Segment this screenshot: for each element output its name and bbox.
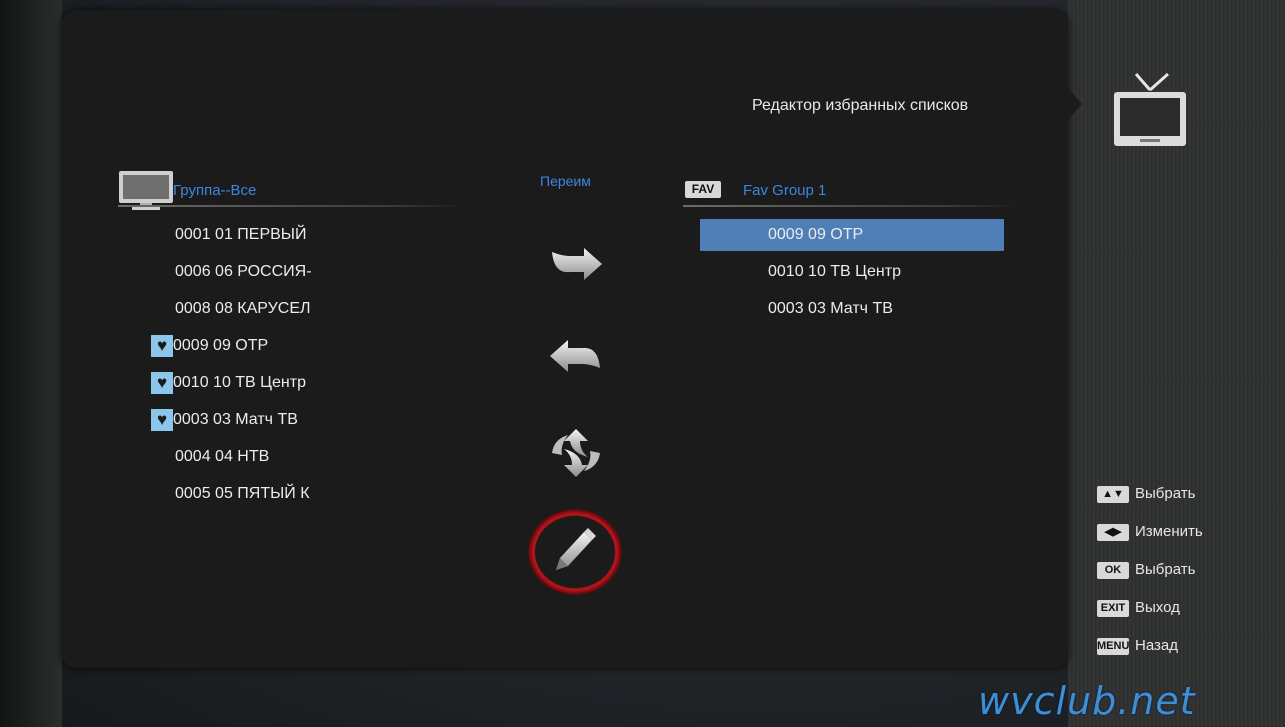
- key-hint-label: Выбрать: [1135, 561, 1196, 578]
- fav-group-title[interactable]: Fav Group 1: [743, 182, 826, 199]
- page-title: Редактор избранных списков: [752, 97, 969, 114]
- channel-row[interactable]: 0004 04 НТВ: [175, 442, 269, 472]
- arrow-right-icon[interactable]: [548, 238, 604, 282]
- remote-key-icon: OK: [1097, 561, 1129, 579]
- channel-row[interactable]: 0006 06 РОССИЯ-: [175, 257, 312, 287]
- key-hint: OK Выбрать: [1097, 559, 1195, 581]
- fav-row-label: 0003 03 Матч ТВ: [768, 300, 893, 317]
- favorite-heart-icon: ♥: [151, 335, 173, 357]
- channel-row[interactable]: 0001 01 ПЕРВЫЙ: [175, 220, 306, 250]
- favorite-heart-icon: ♥: [151, 372, 173, 394]
- left-edge: [0, 0, 62, 727]
- fav-row-label: 0009 09 ОТР: [768, 226, 864, 243]
- remote-key-icon: MENU: [1097, 637, 1129, 655]
- favorite-heart-icon: ♥: [151, 409, 173, 431]
- key-hint: ◀▶ Изменить: [1097, 521, 1203, 543]
- key-hint: ▲▼ Выбрать: [1097, 483, 1195, 505]
- remote-key-icon: ▲▼: [1097, 485, 1129, 503]
- key-hint-label: Изменить: [1135, 523, 1203, 540]
- title-pointer: [1068, 88, 1082, 120]
- source-group-title[interactable]: Группа--Все: [173, 182, 256, 199]
- divider: [683, 205, 1018, 207]
- watermark: wvclub.net: [978, 679, 1196, 723]
- mode-label: Переим: [540, 173, 591, 189]
- key-hint-label: Назад: [1135, 637, 1178, 654]
- channel-row[interactable]: 0005 05 ПЯТЫЙ К: [175, 479, 310, 509]
- key-hint-label: Выход: [1135, 599, 1180, 616]
- key-hint-label: Выбрать: [1135, 485, 1196, 502]
- divider: [118, 205, 463, 207]
- fav-badge: FAV: [685, 181, 721, 198]
- channel-row[interactable]: 0009 09 ОТР: [173, 331, 268, 361]
- fav-row-label: 0010 10 ТВ Центр: [768, 263, 901, 280]
- arrow-left-icon[interactable]: [548, 338, 604, 382]
- key-hint: MENU Назад: [1097, 635, 1178, 657]
- tv-icon: [1114, 72, 1186, 146]
- channel-row[interactable]: 0008 08 КАРУСЕЛ: [175, 294, 310, 324]
- remote-key-icon: EXIT: [1097, 599, 1129, 617]
- channel-row[interactable]: 0010 10 ТВ Центр: [173, 368, 306, 398]
- key-hint: EXIT Выход: [1097, 597, 1180, 619]
- channel-row[interactable]: 0003 03 Матч ТВ: [173, 405, 298, 435]
- pencil-icon[interactable]: [526, 508, 624, 596]
- swap-arrows-icon[interactable]: [546, 425, 606, 481]
- selected-fav-row[interactable]: 0009 09 ОТР: [700, 219, 1004, 251]
- remote-key-icon: ◀▶: [1097, 523, 1129, 541]
